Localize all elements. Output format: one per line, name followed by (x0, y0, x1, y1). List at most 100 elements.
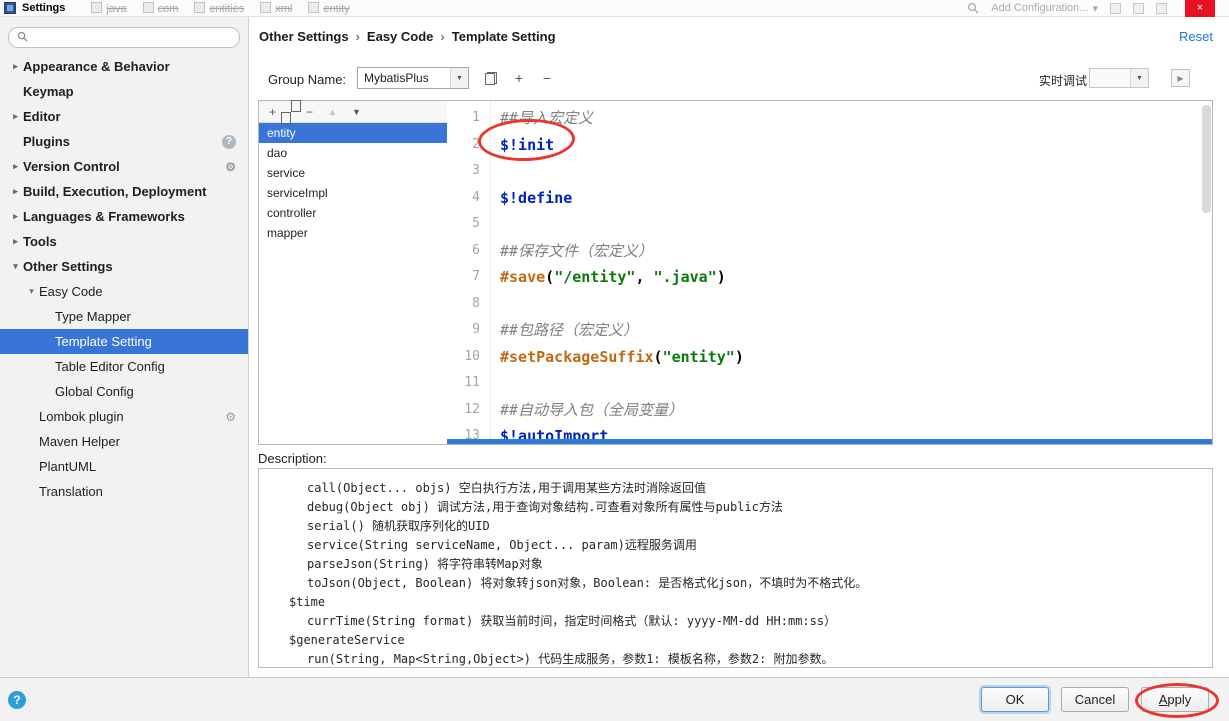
sidebar-item-languages-frameworks[interactable]: ▸ Languages & Frameworks (0, 204, 248, 229)
line-number: 4 (472, 189, 480, 205)
chevron-down-icon: ▾ (1092, 2, 1098, 15)
sidebar-item-label: Table Editor Config (55, 359, 165, 374)
code-token: #save (500, 268, 546, 286)
toolbar-icon-3 (1156, 2, 1167, 14)
chevron-right-icon[interactable]: ▸ (8, 161, 23, 172)
search-icon (17, 30, 28, 45)
sidebar-item-plugins[interactable]: Plugins? (0, 129, 248, 154)
chevron-right-icon[interactable]: ▸ (8, 186, 23, 197)
background-tab-java: java (91, 2, 126, 15)
breadcrumb-item-easy-code[interactable]: Easy Code (367, 29, 433, 44)
line-number: 6 (472, 242, 480, 258)
sidebar-item-appearance-behavior[interactable]: ▸ Appearance & Behavior (0, 54, 248, 79)
settings-window-icon (4, 2, 16, 14)
code-token: "/entity" (554, 268, 636, 286)
template-item-controller[interactable]: controller (259, 203, 447, 223)
breadcrumb: Other Settings › Easy Code › Template Settin… (259, 29, 556, 44)
template-list: entity dao service serviceImpl controller map… (259, 123, 447, 243)
background-tab-com: com (143, 2, 179, 15)
settings-search-input[interactable] (8, 27, 240, 48)
apply-button[interactable]: Apply (1141, 687, 1209, 712)
remove-template-button[interactable]: − (306, 105, 313, 119)
line-number: 8 (472, 295, 480, 311)
live-debug-run-button[interactable]: ▶ (1171, 69, 1190, 87)
editor-scrollbar[interactable] (1202, 105, 1211, 213)
run-icon: ▶ (1177, 73, 1184, 83)
chevron-right-icon[interactable]: ▸ (8, 61, 23, 72)
sidebar-item-maven-helper[interactable]: Maven Helper (0, 429, 248, 454)
sidebar-item-template-setting[interactable]: Template Setting (0, 329, 248, 354)
group-name-select[interactable]: MybatisPlus ▼ (357, 67, 469, 89)
toolbar-icon-2 (1133, 2, 1144, 14)
template-item-entity[interactable]: entity (259, 123, 447, 143)
chevron-right-icon[interactable]: ▸ (8, 236, 23, 247)
move-down-button[interactable]: ▼ (352, 107, 361, 117)
template-item-mapper[interactable]: mapper (259, 223, 447, 243)
template-editor-panel: 1 2 3 4 5 6 7 8 9 10 11 12 13 ##导入宏定义 $!init $!define #… (447, 100, 1213, 445)
move-up-button[interactable]: ▲ (328, 107, 337, 117)
sidebar-item-easy-code[interactable]: ▾ Easy Code (0, 279, 248, 304)
code-line-2: $!init (500, 132, 1212, 159)
copy-group-button[interactable] (481, 68, 501, 88)
add-configuration-dropdown: Add Configuration... ▾ (991, 2, 1098, 15)
help-button[interactable]: ? (8, 691, 26, 709)
breadcrumb-item-other-settings[interactable]: Other Settings (259, 29, 349, 44)
sidebar-item-other-settings[interactable]: ▾ Other Settings (0, 254, 248, 279)
add-group-button[interactable]: + (509, 68, 529, 88)
add-template-button[interactable]: + (269, 105, 276, 119)
sidebar-item-build-execution-deployment[interactable]: ▸ Build, Execution, Deployment (0, 179, 248, 204)
ok-button[interactable]: OK (981, 687, 1049, 712)
sidebar-item-type-mapper[interactable]: Type Mapper (0, 304, 248, 329)
sidebar-item-label: Editor (23, 109, 61, 124)
template-item-dao[interactable]: dao (259, 143, 447, 163)
code-token: ".java" (653, 268, 717, 286)
line-number: 10 (464, 348, 480, 364)
sidebar-item-lombok-plugin[interactable]: Lombok plugin ⚙ (0, 404, 248, 429)
remove-group-button[interactable]: − (537, 68, 557, 88)
description-line: currTime(String format) 获取当前时间，指定时间格式（默认… (307, 614, 837, 628)
description-line: $time (289, 595, 326, 609)
cancel-button[interactable]: Cancel (1061, 687, 1129, 712)
editor-gutter: 1 2 3 4 5 6 7 8 9 10 11 12 13 (447, 101, 491, 444)
sidebar-item-global-config[interactable]: Global Config (0, 379, 248, 404)
code-line-9: ##包路径（宏定义） (500, 317, 1212, 344)
sidebar-item-table-editor-config[interactable]: Table Editor Config (0, 354, 248, 379)
sidebar-item-version-control[interactable]: ▸ Version Control ⚙ (0, 154, 248, 179)
chevron-right-icon[interactable]: ▸ (8, 111, 23, 122)
sidebar-item-editor[interactable]: ▸ Editor (0, 104, 248, 129)
chevron-down-icon[interactable]: ▾ (24, 286, 39, 297)
template-editor[interactable]: ##导入宏定义 $!init $!define ##保存文件（宏定义） #save("/… (492, 101, 1212, 444)
sidebar-item-label: Translation (39, 484, 103, 499)
description-line: parseJson(String) 将字符串转Map对象 (307, 557, 543, 571)
template-list-toolbar: + − ▲ ▼ (259, 101, 447, 123)
reset-link[interactable]: Reset (1179, 29, 1213, 44)
template-item-serviceimpl[interactable]: serviceImpl (259, 183, 447, 203)
sidebar-item-plantuml[interactable]: PlantUML (0, 454, 248, 479)
live-debug-label: 实时调试 (1039, 74, 1088, 88)
code-line-4: $!define (500, 185, 1212, 212)
close-button[interactable]: × (1185, 0, 1215, 17)
description-line: service(String serviceName, Object... pa… (307, 538, 697, 552)
live-debug-select[interactable]: ▼ (1089, 68, 1149, 88)
description-panel: call(Object... objs) 空白执行方法,用于调用某些方法时消除返… (258, 468, 1213, 668)
code-token: ##自动导入包（全局变量） (500, 400, 684, 419)
sidebar-item-translation[interactable]: Translation (0, 479, 248, 504)
sidebar-item-label: Lombok plugin (39, 409, 124, 424)
chevron-down-icon[interactable]: ▾ (8, 261, 23, 272)
template-item-service[interactable]: service (259, 163, 447, 183)
chevron-down-icon: ▼ (1130, 69, 1148, 87)
breadcrumb-item-template-setting[interactable]: Template Setting (452, 29, 556, 44)
template-list-panel: + − ▲ ▼ entity dao service serviceImpl contr… (258, 100, 448, 445)
sidebar-item-keymap[interactable]: Keymap (0, 79, 248, 104)
dialog-footer: ? OK Cancel Apply (0, 677, 1229, 721)
background-tab-entity: entity (308, 2, 349, 15)
sidebar-item-tools[interactable]: ▸ Tools (0, 229, 248, 254)
footer-buttons: OK Cancel Apply (981, 687, 1209, 712)
chevron-right-icon[interactable]: ▸ (8, 211, 23, 222)
search-icon (967, 2, 979, 14)
line-number: 11 (464, 375, 480, 390)
gear-icon: ⚙ (225, 159, 236, 174)
